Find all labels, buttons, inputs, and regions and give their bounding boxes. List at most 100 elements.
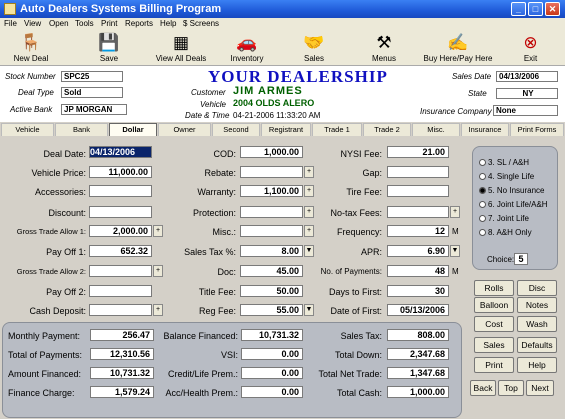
total-down-label: Total Down: [334,350,382,360]
gross-trade-2-add-button[interactable]: + [153,265,163,277]
rebate-add-button[interactable]: + [304,166,314,178]
disc-button[interactable]: Disc [517,280,557,296]
title-fee-field[interactable]: 50.00 [240,285,303,297]
menus-button[interactable]: ⚒ Menus [355,32,413,65]
notes-button[interactable]: Notes [517,297,557,313]
tab-misc[interactable]: Misc. [412,123,460,136]
accessories-field[interactable] [89,185,152,197]
cash-deposit-field[interactable] [89,304,152,316]
insurance-option-joint-life[interactable]: 7. Joint Life [479,214,529,223]
sales-button[interactable]: 🤝 Sales [285,32,343,65]
deal-type-field[interactable]: Sold [61,87,123,98]
tab-trade-2[interactable]: Trade 2 [363,123,411,136]
sales-tax-dropdown[interactable]: ▼ [304,245,314,257]
stock-number-field[interactable]: SPC25 [61,71,123,82]
gross-trade-allow-1-field[interactable]: 2,000.00 [89,225,152,237]
nysi-fee-field[interactable]: 21.00 [387,146,449,158]
date-of-first-field[interactable]: 05/13/2006 [387,304,449,316]
close-button[interactable]: ✕ [545,2,560,16]
rebate-label: Rebate: [204,168,236,178]
menu-screens[interactable]: $ Screens [183,19,219,28]
new-deal-button[interactable]: 🪑 New Deal [2,32,60,65]
inventory-button[interactable]: 🚗 Inventory [218,32,276,65]
insurance-option-no-insurance[interactable]: 5. No Insurance [479,186,544,195]
apr-field[interactable]: 6.90 [387,245,449,257]
defaults-button[interactable]: Defaults [517,337,557,353]
cost-button[interactable]: Cost [474,316,514,332]
exit-button[interactable]: ⊗ Exit [503,32,558,65]
tab-insurance[interactable]: Insurance [461,123,509,136]
top-button[interactable]: Top [498,380,524,396]
rolls-button[interactable]: Rolls [474,280,514,296]
no-tax-fees-field[interactable] [387,206,449,218]
gross-trade-allow-2-field[interactable] [89,265,152,277]
menu-open[interactable]: Open [49,19,69,28]
no-of-payments-field[interactable]: 48 [387,265,449,277]
misc-add-button[interactable]: + [304,225,314,237]
state-field[interactable]: NY [496,88,558,99]
warranty-add-button[interactable]: + [304,185,314,197]
gross-trade-1-add-button[interactable]: + [153,225,163,237]
wash-button[interactable]: Wash [517,316,557,332]
sales-date-field[interactable]: 04/13/2006 [496,71,558,82]
balloon-button[interactable]: Balloon [474,297,514,313]
help-button[interactable]: Help [517,357,557,373]
reg-fee-dropdown[interactable]: ▼ [304,304,314,316]
tab-vehicle[interactable]: Vehicle [1,123,54,136]
choice-field[interactable]: 5 [514,253,528,265]
doc-label: Doc: [217,267,236,277]
tab-owner[interactable]: Owner [158,123,211,136]
tab-dollar[interactable]: Dollar [109,123,157,136]
gap-field[interactable] [387,166,449,178]
insurance-option-joint-life-ah[interactable]: 6. Joint Life/A&H [479,200,548,209]
insurance-option-ah-only[interactable]: 8. A&H Only [479,228,532,237]
total-net-trade-value: 1,347.68 [387,367,449,379]
maximize-button[interactable]: □ [528,2,543,16]
sales-tax-field[interactable]: 8.00 [240,245,303,257]
frequency-field[interactable]: 12 [387,225,449,237]
cod-field[interactable]: 1,000.00 [240,146,303,158]
no-tax-fees-add-button[interactable]: + [450,206,460,218]
pay-off-2-field[interactable] [89,285,152,297]
tab-second[interactable]: Second [212,123,260,136]
tab-bank[interactable]: Bank [55,123,108,136]
vehicle-label: Vehicle [200,100,226,109]
tab-trade-1[interactable]: Trade 1 [312,123,362,136]
menu-tools[interactable]: Tools [75,19,94,28]
menu-reports[interactable]: Reports [125,19,153,28]
protection-field[interactable] [240,206,303,218]
sales-summary-button[interactable]: Sales [474,337,514,353]
rebate-field[interactable] [240,166,303,178]
menu-help[interactable]: Help [160,19,176,28]
protection-add-button[interactable]: + [304,206,314,218]
menu-view[interactable]: View [24,19,41,28]
vehicle-price-field[interactable]: 11,000.00 [89,166,152,178]
insurance-option-sl-ah[interactable]: 3. SL / A&H [479,158,529,167]
deal-date-field[interactable]: 04/13/2006 [89,146,152,158]
cash-deposit-add-button[interactable]: + [153,304,163,316]
doc-field[interactable]: 45.00 [240,265,303,277]
tab-print-forms[interactable]: Print Forms [510,123,564,136]
active-bank-field[interactable]: JP MORGAN [61,104,127,115]
insurance-option-single-life[interactable]: 4. Single Life [479,172,534,181]
view-all-deals-button[interactable]: ▦ View All Deals [152,32,210,65]
back-button[interactable]: Back [470,380,496,396]
pay-off-1-field[interactable]: 652.32 [89,245,152,257]
save-button[interactable]: 💾 Save [80,32,138,65]
apr-dropdown[interactable]: ▼ [450,245,460,257]
days-to-first-field[interactable]: 30 [387,285,449,297]
buy-here-pay-here-button[interactable]: ✍ Buy Here/Pay Here [420,32,496,65]
amount-financed-value: 10,731.32 [90,367,154,379]
insurance-company-field[interactable]: None [493,105,558,116]
tab-registrant[interactable]: Registrant [261,123,311,136]
reg-fee-field[interactable]: 55.00 [240,304,303,316]
misc-field[interactable] [240,225,303,237]
tire-fee-field[interactable] [387,185,449,197]
discount-field[interactable] [89,206,152,218]
minimize-button[interactable]: _ [511,2,526,16]
print-button[interactable]: Print [474,357,514,373]
next-button[interactable]: Next [526,380,554,396]
menu-file[interactable]: File [4,19,17,28]
warranty-field[interactable]: 1,100.00 [240,185,303,197]
menu-print[interactable]: Print [101,19,117,28]
